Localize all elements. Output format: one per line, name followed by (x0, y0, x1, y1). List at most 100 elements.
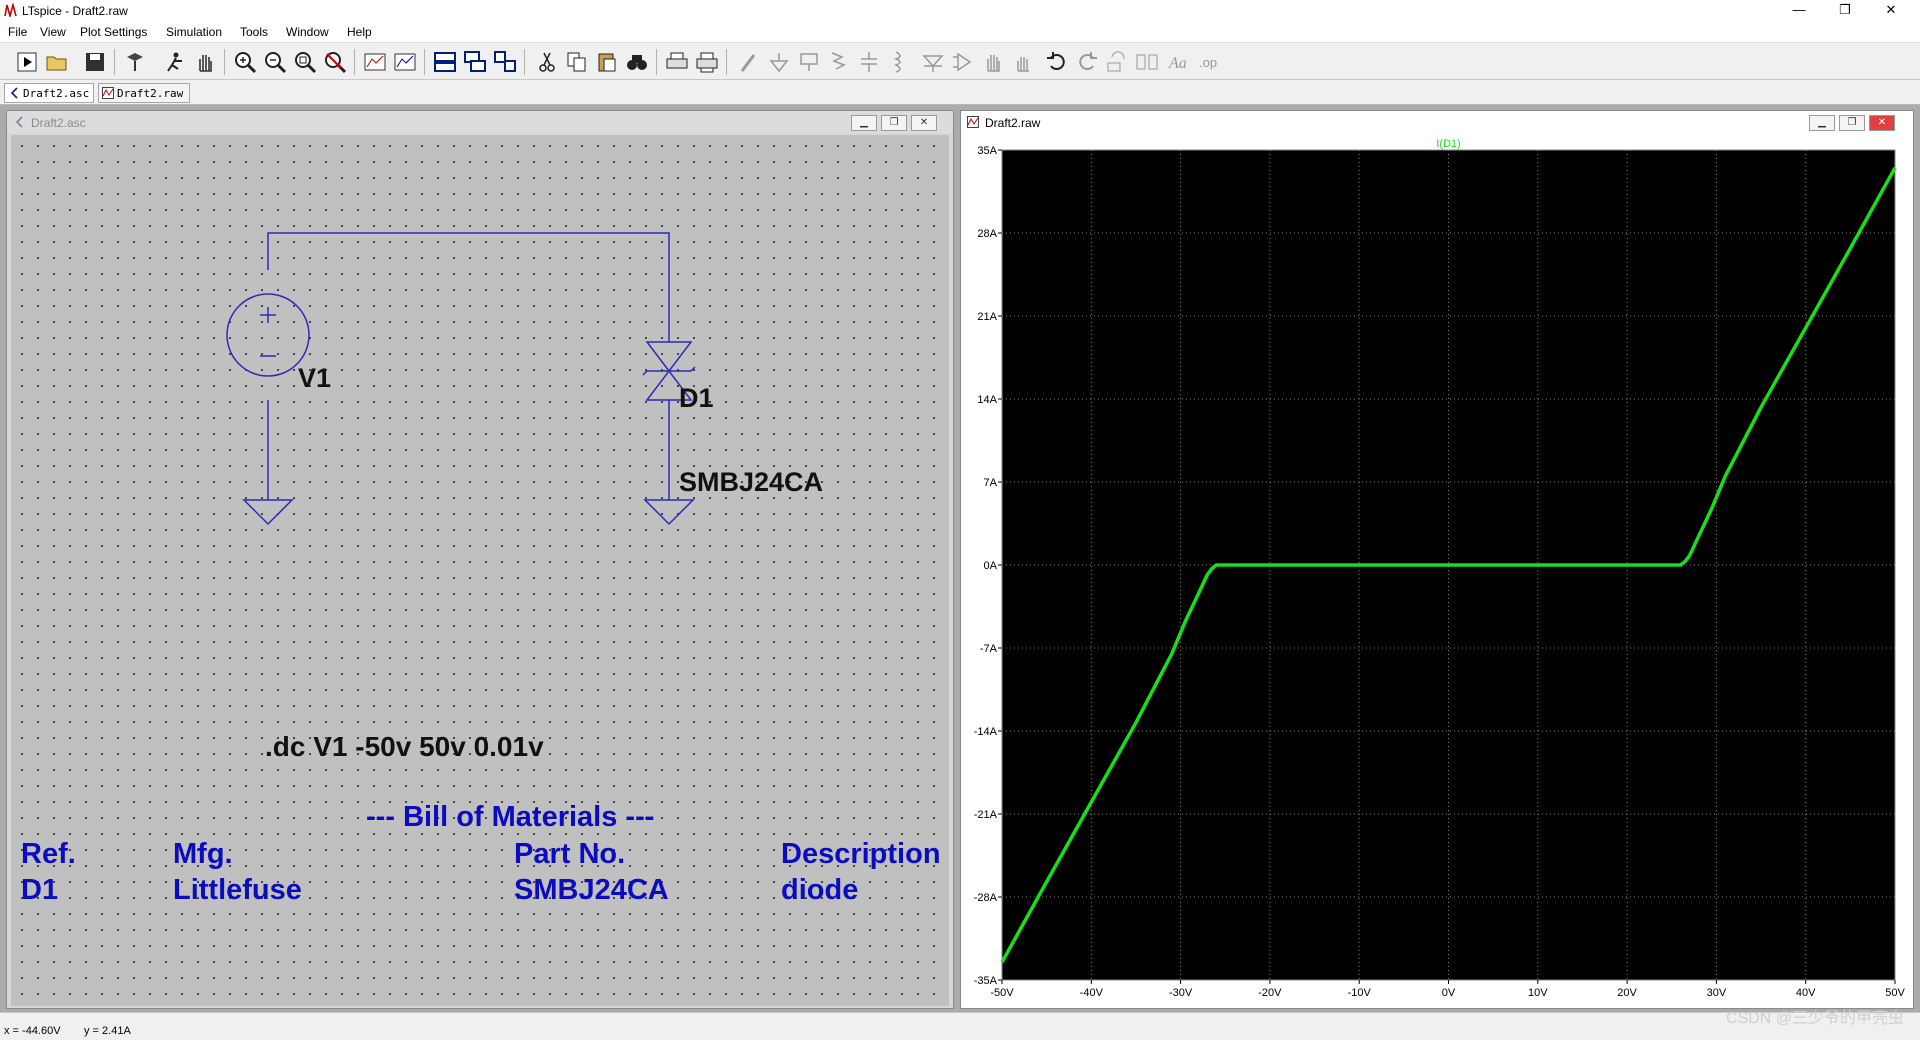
schematic-icon (10, 87, 18, 99)
print-setup-icon[interactable] (694, 49, 720, 75)
mirror-icon[interactable] (1134, 49, 1160, 75)
menu-plot-settings[interactable]: Plot Settings (80, 25, 147, 39)
open-icon[interactable] (44, 49, 70, 75)
paste-icon[interactable] (594, 49, 620, 75)
x-tick-label: -40V (1080, 987, 1104, 999)
bom-title: --- Bill of Materials --- (366, 801, 655, 833)
move-icon[interactable] (980, 49, 1006, 75)
close-button[interactable]: ✕ (1868, 0, 1914, 22)
bom-header-partno: Part No. (514, 838, 626, 870)
spice-directive-icon[interactable]: .op (1196, 49, 1222, 75)
waveform-plot-area[interactable]: -50V -40V -30V -20V -10V 0V 10V 20V 30V 40V 50V 35A… (965, 135, 1909, 1006)
inductor-icon[interactable] (886, 49, 912, 75)
child-minimize-button[interactable]: ▁ (851, 115, 877, 131)
tab-draft2-raw[interactable]: Draft2.raw (98, 83, 190, 103)
schematic-window-title: Draft2.asc (31, 116, 86, 130)
bom-cell-description: diode (781, 874, 859, 906)
autorange-icon[interactable] (362, 49, 388, 75)
y-tick-label: -35A (974, 975, 998, 987)
d1-label: D1 (679, 383, 714, 413)
save-icon[interactable] (82, 49, 108, 75)
label-net-icon[interactable] (796, 49, 822, 75)
toolbar: Aa .op (0, 42, 1920, 80)
bom-cell-ref: D1 (21, 874, 59, 906)
tile-horizontal-icon[interactable] (432, 49, 458, 75)
bom-header-ref: Ref. (21, 838, 76, 870)
minimize-button[interactable]: — (1776, 0, 1822, 22)
y-tick-label: 7A (984, 477, 998, 489)
tab-draft2-asc[interactable]: Draft2.asc (4, 83, 94, 103)
copy-icon[interactable] (564, 49, 590, 75)
v1-plus-sign (260, 307, 276, 323)
cursor-x-readout: x = -44.60V (4, 1025, 61, 1037)
y-tick-label: -21A (974, 809, 998, 821)
resistor-icon[interactable] (826, 49, 852, 75)
text-icon[interactable]: Aa (1166, 49, 1192, 75)
child-close-button[interactable]: ✕ (911, 115, 937, 131)
spice-directive: .dc V1 -50v 50v 0.01v (265, 731, 544, 762)
tile-vertical-icon[interactable] (492, 49, 518, 75)
zoom-in-icon[interactable] (232, 49, 258, 75)
manual-limits-icon[interactable] (392, 49, 418, 75)
menu-simulation[interactable]: Simulation (166, 25, 222, 39)
find-icon[interactable] (624, 49, 650, 75)
x-tick-label: 10V (1528, 987, 1548, 999)
print-icon[interactable] (664, 49, 690, 75)
mdi-workspace: Draft2.asc ▁ ❐ ✕ V1 D1 SMBJ24CA .dc V1 -… (0, 105, 1920, 1012)
cursor-y-readout: y = 2.41A (84, 1025, 131, 1037)
x-tick-label: 50V (1885, 987, 1905, 999)
watermark: CSDN @三少爷的甲壳虫 (1725, 1010, 1904, 1027)
child-minimize-button[interactable]: ▁ (1809, 115, 1835, 131)
menu-view[interactable]: View (40, 25, 66, 39)
cut-icon[interactable] (534, 49, 560, 75)
undo-icon[interactable] (1044, 49, 1070, 75)
child-restore-button[interactable]: ❐ (881, 115, 907, 131)
y-tick-label: 35A (977, 145, 997, 157)
pan-icon[interactable] (192, 49, 218, 75)
svg-text:Aa: Aa (1168, 55, 1187, 72)
wire-top (267, 232, 670, 342)
ground-symbol-v1 (242, 499, 294, 526)
y-tick-label: 21A (977, 311, 997, 323)
d1-value-label: SMBJ24CA (679, 467, 824, 497)
waveform-chart[interactable]: -50V -40V -30V -20V -10V 0V 10V 20V 30V 40V 50V 35A… (965, 135, 1909, 1006)
bom-header-mfg: Mfg. (173, 838, 233, 870)
run-icon[interactable] (14, 49, 40, 75)
redo-icon[interactable] (1074, 49, 1100, 75)
x-tick-label: -30V (1169, 987, 1193, 999)
drag-icon[interactable] (1010, 49, 1036, 75)
schematic-canvas[interactable]: V1 D1 SMBJ24CA .dc V1 -50v 50v 0.01v ---… (11, 135, 949, 1006)
zoom-cancel-icon[interactable] (322, 49, 348, 75)
component-icon[interactable] (950, 49, 976, 75)
waveform-icon (102, 87, 114, 99)
tab-label: Draft2.raw (117, 87, 184, 100)
menu-help[interactable]: Help (347, 25, 372, 39)
capacitor-icon[interactable] (856, 49, 882, 75)
diode-icon[interactable] (920, 49, 946, 75)
window-title: LTspice - Draft2.raw (22, 4, 128, 18)
menu-tools[interactable]: Tools (240, 25, 268, 39)
waveform-window-title: Draft2.raw (985, 116, 1041, 130)
ltspice-app-icon (4, 3, 17, 17)
cascade-icon[interactable] (462, 49, 488, 75)
bom-cell-mfg: Littlefuse (173, 874, 302, 906)
title-bar: LTspice - Draft2.raw — ❐ ✕ (0, 0, 1920, 22)
menu-file[interactable]: File (8, 25, 27, 39)
trace-name-label: I(D1) (1436, 138, 1460, 150)
maximize-button[interactable]: ❐ (1822, 0, 1868, 22)
rotate-icon[interactable] (1104, 49, 1130, 75)
x-tick-label: -20V (1258, 987, 1282, 999)
child-restore-button[interactable]: ❐ (1839, 115, 1865, 131)
control-panel-icon[interactable] (122, 49, 148, 75)
zoom-full-icon[interactable] (292, 49, 318, 75)
zoom-out-icon[interactable] (262, 49, 288, 75)
menu-window[interactable]: Window (286, 25, 329, 39)
ground-icon[interactable] (766, 49, 792, 75)
child-close-button[interactable]: ✕ (1869, 115, 1895, 131)
x-tick-label: 0V (1442, 987, 1456, 999)
y-tick-label: -28A (974, 892, 998, 904)
bom-header-description: Description (781, 838, 941, 870)
draw-wire-icon[interactable] (736, 49, 762, 75)
y-tick-label: 14A (977, 394, 997, 406)
halt-icon[interactable] (162, 49, 188, 75)
